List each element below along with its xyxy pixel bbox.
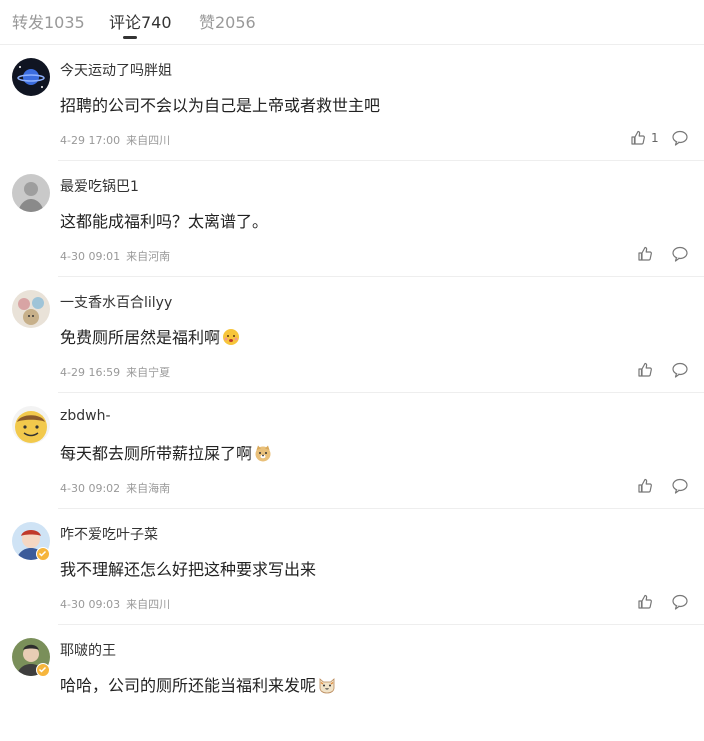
comment-meta: 4-30 09:03 来自四川: [60, 596, 170, 612]
comment-text: 这都能成福利吗？太离谱了。: [60, 208, 268, 232]
comment-item: 最爱吃锅巴1 这都能成福利吗？太离谱了。 4-30 09:01 来自河南: [0, 161, 704, 277]
comment-text-content: 哈哈，公司的厕所还能当福利来发呢: [60, 676, 317, 695]
username[interactable]: 今天运动了吗胖姐: [60, 60, 172, 80]
like-button[interactable]: [637, 477, 653, 495]
reply-button[interactable]: [671, 477, 689, 495]
like-button[interactable]: 1: [630, 129, 659, 147]
comment-item: 咋不爱吃叶子菜 我不理解还怎么好把这种要求写出来 4-30 09:03 来自四川: [0, 509, 704, 625]
avatar[interactable]: [12, 290, 50, 328]
comment-text: 招聘的公司不会以为自己是上帝或者救世主吧: [60, 92, 380, 116]
username[interactable]: 耶啵的王: [60, 640, 116, 660]
like-button[interactable]: [637, 361, 653, 379]
avatar[interactable]: [12, 406, 50, 444]
reply-button[interactable]: [671, 245, 689, 263]
comment-text-content: 每天都去厕所带薪拉屎了啊: [60, 444, 253, 463]
comment-bubble-icon: [672, 478, 688, 494]
tab-reposts[interactable]: 转发1035: [12, 9, 85, 33]
avatar[interactable]: [12, 58, 50, 96]
like-button[interactable]: [637, 593, 653, 611]
comment-date: 4-30 09:02: [60, 482, 121, 495]
comment-date: 4-30 09:01: [60, 250, 121, 263]
comment-meta: 4-30 09:01 来自河南: [60, 248, 170, 264]
thumbs-up-icon: [631, 130, 645, 145]
reply-button[interactable]: [671, 129, 689, 147]
comment-location: 来自四川: [126, 598, 171, 611]
like-count: 1: [651, 131, 659, 145]
comment-bubble-icon: [672, 594, 688, 610]
tab-likes[interactable]: 赞2056: [199, 9, 256, 33]
avatar[interactable]: [12, 174, 50, 212]
comment-date: 4-29 17:00: [60, 134, 121, 147]
reply-button[interactable]: [671, 361, 689, 379]
thumbs-up-icon: [638, 362, 652, 377]
comment-item: 一支香水百合lilyy 免费厕所居然是福利啊 4-29 16:59 来自宁夏: [0, 277, 704, 393]
like-button[interactable]: [637, 245, 653, 263]
comment-bubble-icon: [672, 130, 688, 146]
username[interactable]: 咋不爱吃叶子菜: [60, 524, 158, 544]
reply-button[interactable]: [671, 593, 689, 611]
thumbs-up-icon: [638, 594, 652, 609]
active-tab-indicator: [123, 36, 137, 39]
comment-item: zbdwh- 每天都去厕所带薪拉屎了啊 4-30 09:02 来自海南: [0, 393, 704, 509]
comment-bubble-icon: [672, 362, 688, 378]
comment-location: 来自河南: [126, 250, 171, 263]
comment-text: 哈哈，公司的厕所还能当福利来发呢: [60, 672, 336, 698]
comment-location: 来自海南: [126, 482, 171, 495]
comment-location: 来自四川: [126, 134, 171, 147]
comment-text: 免费厕所居然是福利啊: [60, 324, 240, 350]
comment-text-content: 招聘的公司不会以为自己是上帝或者救世主吧: [60, 96, 381, 115]
comment-date: 4-30 09:03: [60, 598, 121, 611]
doge-emoji-icon: [254, 444, 272, 466]
comment-text: 我不理解还怎么好把这种要求写出来: [60, 556, 316, 580]
username[interactable]: zbdwh-: [60, 408, 111, 424]
comment-text-content: 我不理解还怎么好把这种要求写出来: [60, 560, 317, 579]
thumbs-up-icon: [638, 246, 652, 261]
verified-badge-icon: [36, 663, 50, 677]
comment-tabs: 转发1035 评论740 赞2056: [0, 0, 704, 45]
comment-date: 4-29 16:59: [60, 366, 121, 379]
shy-face-emoji-icon: [222, 328, 240, 350]
comment-location: 来自宁夏: [126, 366, 171, 379]
comment-text-content: 免费厕所居然是福利啊: [60, 328, 221, 347]
comment-meta: 4-30 09:02 来自海南: [60, 480, 170, 496]
comment-bubble-icon: [672, 246, 688, 262]
comment-meta: 4-29 16:59 来自宁夏: [60, 364, 170, 380]
comment-item: 耶啵的王 哈哈，公司的厕所还能当福利来发呢: [0, 625, 704, 741]
tab-comments[interactable]: 评论740: [109, 9, 172, 33]
cat-face-emoji-icon: [318, 676, 336, 698]
username[interactable]: 一支香水百合lilyy: [60, 292, 172, 312]
comment-meta: 4-29 17:00 来自四川: [60, 132, 170, 148]
username[interactable]: 最爱吃锅巴1: [60, 176, 139, 196]
verified-badge-icon: [36, 547, 50, 561]
comment-text: 每天都去厕所带薪拉屎了啊: [60, 440, 272, 466]
thumbs-up-icon: [638, 478, 652, 493]
comment-text-content: 这都能成福利吗？太离谱了。: [60, 212, 269, 231]
comment-item: 今天运动了吗胖姐 招聘的公司不会以为自己是上帝或者救世主吧 4-29 17:00…: [0, 45, 704, 161]
